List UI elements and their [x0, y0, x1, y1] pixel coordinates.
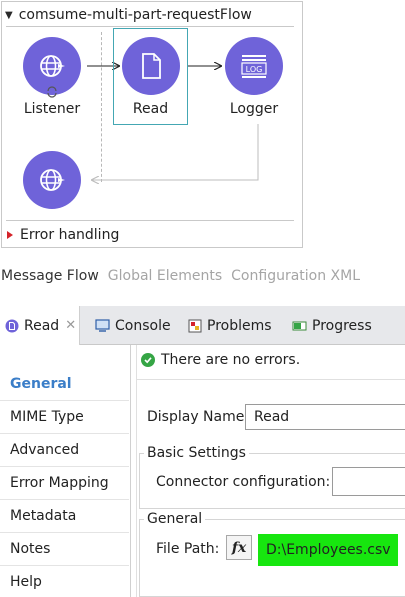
- status-message: There are no errors.: [141, 352, 300, 368]
- display-name-label: Display Name:: [147, 409, 250, 425]
- response-node[interactable]: [23, 151, 81, 209]
- globe-icon: [40, 169, 65, 191]
- read-badge-icon: [5, 319, 19, 332]
- log-icon: LOG: [241, 55, 267, 78]
- sync-icon: [47, 86, 57, 98]
- connector-config-label: Connector configuration:: [156, 474, 331, 490]
- editor-tabs: Message Flow Global Elements Configurati…: [1, 268, 360, 284]
- tab-progress[interactable]: Progress: [292, 306, 372, 345]
- check-icon: [141, 353, 155, 367]
- sidebar-item-general[interactable]: General: [0, 368, 129, 401]
- basic-settings-title: Basic Settings: [144, 445, 249, 461]
- connector-config-select[interactable]: [332, 467, 405, 496]
- tab-global-elements[interactable]: Global Elements: [108, 268, 222, 284]
- sidebar-item-notes[interactable]: Notes: [0, 533, 129, 566]
- fx-toggle-button[interactable]: fx: [226, 535, 252, 560]
- status-divider: [137, 379, 405, 380]
- listener-label: Listener: [23, 101, 81, 117]
- sidebar-item-metadata[interactable]: Metadata: [0, 500, 129, 533]
- general-title: General: [144, 511, 206, 527]
- properties-sidebar: General MIME Type Advanced Error Mapping…: [0, 345, 133, 597]
- error-handling-label: Error handling: [20, 227, 120, 243]
- file-path-label: File Path:: [156, 541, 220, 557]
- tab-problems-label: Problems: [207, 317, 272, 334]
- tab-console-label: Console: [115, 317, 171, 334]
- tab-message-flow[interactable]: Message Flow: [1, 268, 99, 284]
- read-label: Read: [132, 101, 169, 117]
- close-icon[interactable]: ✕: [65, 318, 76, 333]
- document-icon: [142, 53, 161, 79]
- views-tab-bar: Read ✕ Console Problems Progress: [0, 306, 405, 345]
- file-path-input[interactable]: [258, 534, 398, 566]
- sidebar-item-advanced[interactable]: Advanced: [0, 434, 129, 467]
- monitor-icon: [95, 319, 110, 332]
- error-handling-toggle[interactable]: Error handling: [7, 224, 119, 246]
- status-text: There are no errors.: [161, 352, 301, 368]
- sidebar-item-error-mapping[interactable]: Error Mapping: [0, 467, 129, 500]
- sidebar-item-mime-type[interactable]: MIME Type: [0, 401, 129, 434]
- tab-problems[interactable]: Problems: [188, 306, 272, 345]
- display-name-input[interactable]: [245, 404, 405, 430]
- tab-read-label: Read: [24, 317, 60, 334]
- expand-triangle-icon[interactable]: [7, 231, 13, 239]
- sidebar-item-help[interactable]: Help: [0, 566, 129, 597]
- progress-icon: [292, 321, 307, 330]
- log-badge-text: LOG: [246, 65, 263, 74]
- error-divider: [6, 220, 294, 221]
- read-node[interactable]: [122, 37, 180, 95]
- problems-icon: [188, 319, 202, 332]
- tab-configuration-xml[interactable]: Configuration XML: [231, 268, 360, 284]
- logger-node[interactable]: LOG: [225, 37, 283, 95]
- sidebar-divider: [130, 345, 131, 597]
- tab-console[interactable]: Console: [95, 306, 171, 345]
- tab-read[interactable]: Read ✕: [0, 306, 80, 345]
- sidebar-divider-inner: [136, 345, 137, 597]
- globe-icon: [40, 55, 65, 77]
- return-arrow: [92, 124, 259, 180]
- tab-progress-label: Progress: [312, 317, 372, 334]
- logger-label: Logger: [229, 101, 279, 117]
